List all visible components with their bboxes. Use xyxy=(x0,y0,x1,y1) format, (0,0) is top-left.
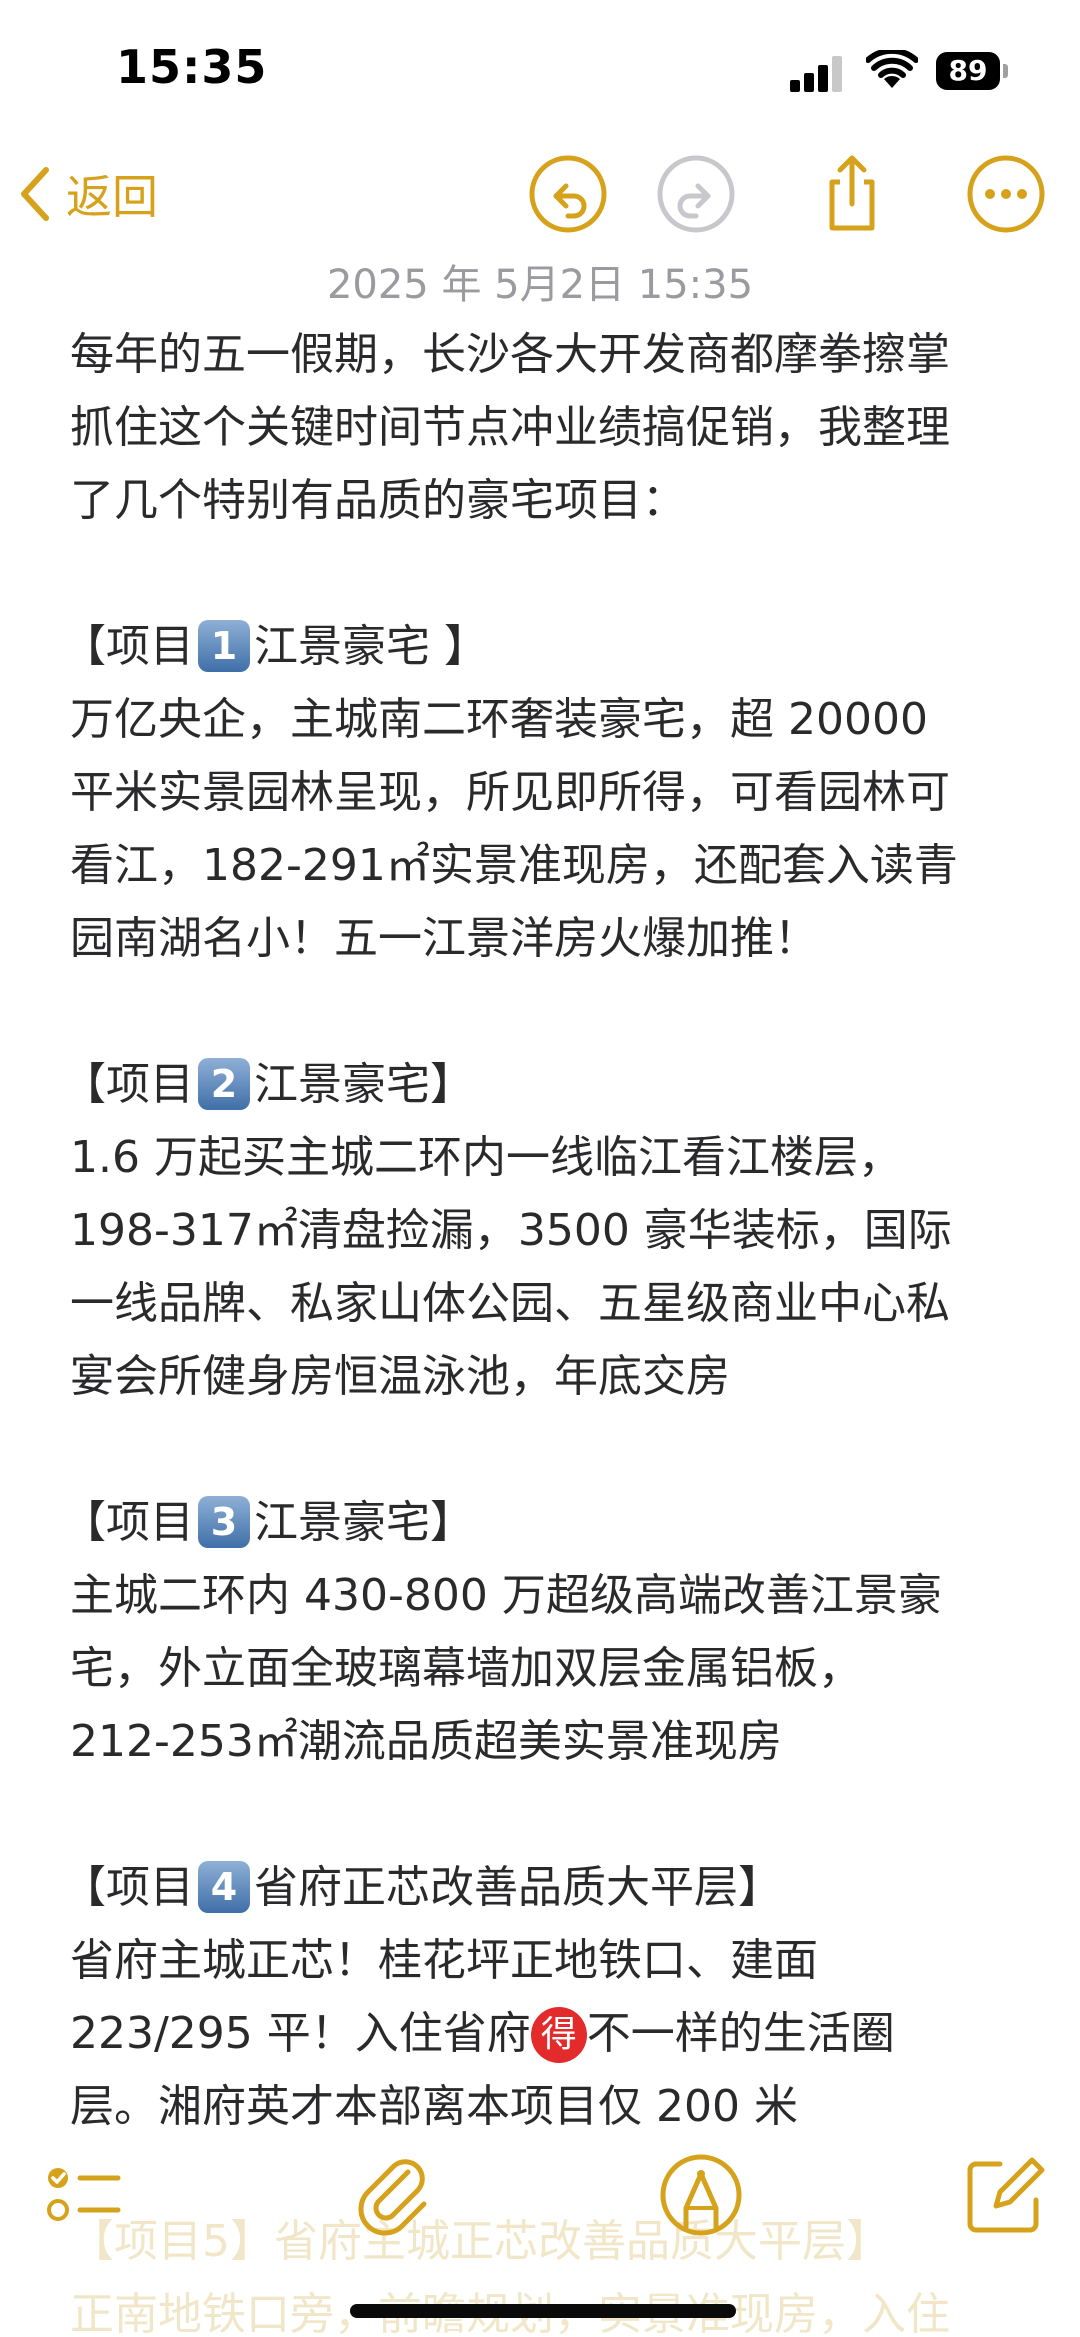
heading-title: 江景豪宅】 xyxy=(254,1497,474,1548)
note-line: 平米实景园林呈现，所见即所得，可看园林可 xyxy=(70,767,950,818)
note-line: 万亿央企，主城南二环奢装豪宅，超 20000 xyxy=(70,694,928,745)
back-button[interactable]: 返回 xyxy=(18,154,158,234)
note-line: 1.6 万起买主城二环内一线临江看江楼层， xyxy=(70,1132,902,1183)
note-line: 了几个特别有品质的豪宅项目： xyxy=(70,475,686,526)
keycap-emoji: 2 xyxy=(198,1058,250,1110)
back-label: 返回 xyxy=(66,170,158,224)
project-heading-4: 【项目 4 省府正芯改善品质大平层】 xyxy=(62,1851,1030,1924)
note-line: 省府主城正芯！桂花坪正地铁口、建面 xyxy=(70,1935,818,1986)
note-line: 223/295 平！入住省府得不一样的生活圈 xyxy=(70,1997,1030,2070)
note-date: 2025 年 5月2日 15:35 xyxy=(326,262,754,308)
status-time: 15:35 xyxy=(116,40,268,94)
project-heading-3: 【项目 3 江景豪宅】 xyxy=(62,1486,1030,1559)
chevron-left-icon xyxy=(21,167,49,221)
note-body[interactable]: 每年的五一假期，长沙各大开发商都摩拳擦掌 抓住这个关键时间节点冲业绩搞促销，我整… xyxy=(62,318,1030,2143)
keycap-emoji: 1 xyxy=(198,620,250,672)
project-heading-2: 【项目 2 江景豪宅】 xyxy=(62,1048,1030,1121)
project-heading-1: 【项目 1 江景豪宅 】 xyxy=(62,610,1030,683)
redo-icon[interactable] xyxy=(654,152,738,236)
share-icon[interactable] xyxy=(810,152,894,236)
note-line: 园南湖名小！五一江景洋房火爆加推！ xyxy=(70,913,818,964)
note-line: 一线品牌、私家山体公园、五星级商业中心私 xyxy=(70,1278,950,1329)
battery-level: 89 xyxy=(948,54,988,87)
undo-icon[interactable] xyxy=(526,152,610,236)
heading-prefix: 【项目 xyxy=(62,1862,194,1913)
markup-icon[interactable] xyxy=(656,2150,746,2240)
battery-icon: 89 xyxy=(936,52,1010,90)
note-line: 212-253㎡潮流品质超美实景准现房 xyxy=(70,1716,782,1767)
attachment-icon[interactable] xyxy=(350,2150,440,2240)
bottom-toolbar xyxy=(0,2140,1080,2250)
status-bar: 15:35 89 xyxy=(0,0,1080,130)
note-line: 抓住这个关键时间节点冲业绩搞促销，我整理 xyxy=(70,402,950,453)
de-emoji-badge: 得 xyxy=(530,2007,587,2063)
note-line: 层。湘府英才本部离本项目仅 200 米 xyxy=(70,2081,798,2132)
battery-tip xyxy=(1003,64,1008,78)
note-line: 宅，外立面全玻璃幕墙加双层金属铝板， xyxy=(70,1643,862,1694)
heading-title: 江景豪宅 】 xyxy=(254,621,488,672)
signal-icon xyxy=(790,56,842,92)
text-segment: 223/295 平！入住省府 xyxy=(70,2008,531,2059)
nav-bar: 返回 xyxy=(0,140,1080,250)
heading-prefix: 【项目 xyxy=(62,1059,194,1110)
heading-title: 省府正芯改善品质大平层】 xyxy=(254,1862,782,1913)
heading-prefix: 【项目 xyxy=(62,1497,194,1548)
heading-prefix: 【项目 xyxy=(62,621,194,672)
checklist-icon[interactable] xyxy=(38,2150,128,2240)
heading-title: 江景豪宅】 xyxy=(254,1059,474,1110)
compose-icon[interactable] xyxy=(960,2150,1050,2240)
text-segment: 不一样的生活圈 xyxy=(586,2008,895,2059)
note-line: 主城二环内 430-800 万超级高端改善江景豪 xyxy=(70,1570,942,1621)
note-line: 198-317㎡清盘捡漏，3500 豪华装标，国际 xyxy=(70,1205,952,1256)
note-line: 每年的五一假期，长沙各大开发商都摩拳擦掌 xyxy=(70,329,950,380)
home-indicator[interactable] xyxy=(350,2304,736,2318)
more-icon[interactable] xyxy=(964,152,1048,236)
note-line: 看江，182-291㎡实景准现房，还配套入读青 xyxy=(70,840,958,891)
keycap-emoji: 3 xyxy=(198,1496,250,1548)
note-line: 宴会所健身房恒温泳池，年底交房 xyxy=(70,1351,730,1402)
keycap-emoji: 4 xyxy=(198,1861,250,1913)
wifi-icon xyxy=(866,50,918,88)
notes-screen: 15:35 89 返回 2025 年 5月2日 15:35 每年的五一假期，长沙… xyxy=(0,0,1080,2337)
